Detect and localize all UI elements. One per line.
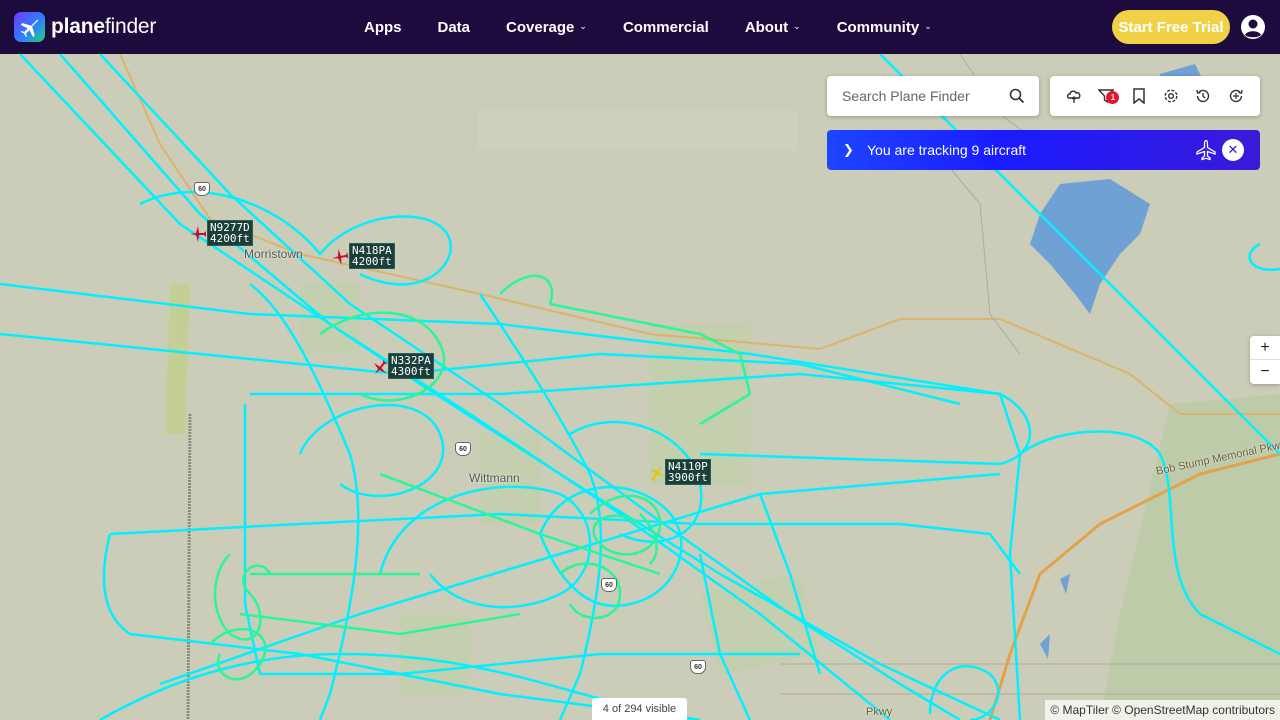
aircraft-marker-icon[interactable]: [371, 359, 389, 377]
aircraft-tag-n332pa[interactable]: N332PA 4300ft: [388, 353, 434, 379]
nav-label: Apps: [364, 18, 402, 36]
promo-banner-ghost: [478, 110, 798, 150]
chevron-right-icon[interactable]: ❯: [843, 142, 857, 158]
aircraft-tag-n418pa[interactable]: N418PA 4200ft: [349, 243, 395, 269]
start-free-trial-button[interactable]: Start Free Trial: [1112, 10, 1230, 44]
visible-aircraft-count: 4 of 294 visible: [592, 698, 687, 720]
nav-label: Commercial: [622, 18, 709, 36]
aircraft-marker-icon[interactable]: [331, 248, 349, 266]
map-attribution[interactable]: © MapTiler © OpenStreetMap contributors: [1045, 700, 1280, 720]
aircraft-altitude: 4200ft: [352, 255, 392, 268]
us-60-shield-icon: 60: [690, 660, 706, 674]
place-label-morristown: Morristown: [244, 247, 303, 261]
tracking-text: You are tracking 9 aircraft: [867, 142, 1027, 158]
settings-icon[interactable]: [1161, 86, 1181, 106]
zoom-out-button[interactable]: −: [1250, 360, 1280, 384]
chevron-down-icon: ⌄: [793, 20, 801, 31]
nav-label: Coverage: [506, 18, 575, 36]
search-icon[interactable]: [1009, 88, 1025, 104]
nav-commercial[interactable]: Commercial: [623, 19, 709, 36]
map-toolbar: 1: [1050, 76, 1260, 116]
chevron-down-icon: ⌄: [924, 20, 932, 31]
logo-text-bold: plane: [51, 15, 105, 38]
nav-label: About: [744, 18, 789, 36]
main-nav: Apps Data Coverage ⌄ Commercial About ⌄ Co…: [364, 0, 968, 54]
weather-icon[interactable]: [1064, 86, 1084, 106]
nav-label: Data: [437, 18, 471, 36]
close-tracking-button[interactable]: ✕: [1222, 139, 1244, 161]
nav-community[interactable]: Community ⌄: [837, 19, 932, 36]
bookmark-icon[interactable]: [1129, 86, 1149, 106]
logo-text-regular: finder: [104, 15, 157, 38]
close-icon: ✕: [1227, 142, 1239, 157]
playback-icon[interactable]: [1226, 86, 1246, 106]
search-box: [827, 76, 1039, 116]
aircraft-altitude: 3900ft: [668, 471, 708, 484]
aircraft-altitude: 4200ft: [210, 232, 250, 245]
road-label-pkwy: Pkwy: [866, 706, 893, 718]
zoom-control: + −: [1250, 336, 1280, 384]
aircraft-altitude: 4300ft: [391, 365, 431, 378]
place-label-wittmann: Wittmann: [469, 471, 520, 485]
nav-data[interactable]: Data: [438, 19, 471, 36]
nav-apps[interactable]: Apps: [364, 19, 402, 36]
chevron-down-icon: ⌄: [579, 20, 587, 31]
filter-icon[interactable]: 1: [1096, 86, 1120, 106]
tracking-bar[interactable]: ❯ You are tracking 9 aircraft ✕: [827, 130, 1260, 170]
nav-coverage[interactable]: Coverage ⌄: [506, 19, 587, 36]
aircraft-tag-n4110p[interactable]: N4110P 3900ft: [665, 459, 711, 485]
aircraft-marker-icon[interactable]: [189, 225, 207, 243]
aircraft-tag-n9277d[interactable]: N9277D 4200ft: [207, 220, 253, 246]
us-60-shield-icon: 60: [601, 578, 617, 592]
search-input[interactable]: [842, 88, 1002, 104]
filter-count-badge: 1: [1106, 91, 1120, 104]
nav-about[interactable]: About ⌄: [745, 19, 801, 36]
account-icon[interactable]: [1240, 14, 1266, 40]
tracking-plane-icon: [1196, 139, 1216, 161]
history-icon[interactable]: [1193, 86, 1213, 106]
aircraft-marker-icon[interactable]: [648, 464, 666, 482]
us-60-shield-icon: 60: [194, 182, 210, 196]
zoom-in-button[interactable]: +: [1250, 336, 1280, 360]
planefinder-logo[interactable]: planefinder: [14, 12, 156, 42]
us-60-shield-icon: 60: [455, 442, 471, 456]
top-navbar: planefinder Apps Data Coverage ⌄ Commerci…: [0, 0, 1280, 54]
nav-label: Community: [836, 18, 920, 36]
logo-plane-icon: [14, 12, 45, 42]
